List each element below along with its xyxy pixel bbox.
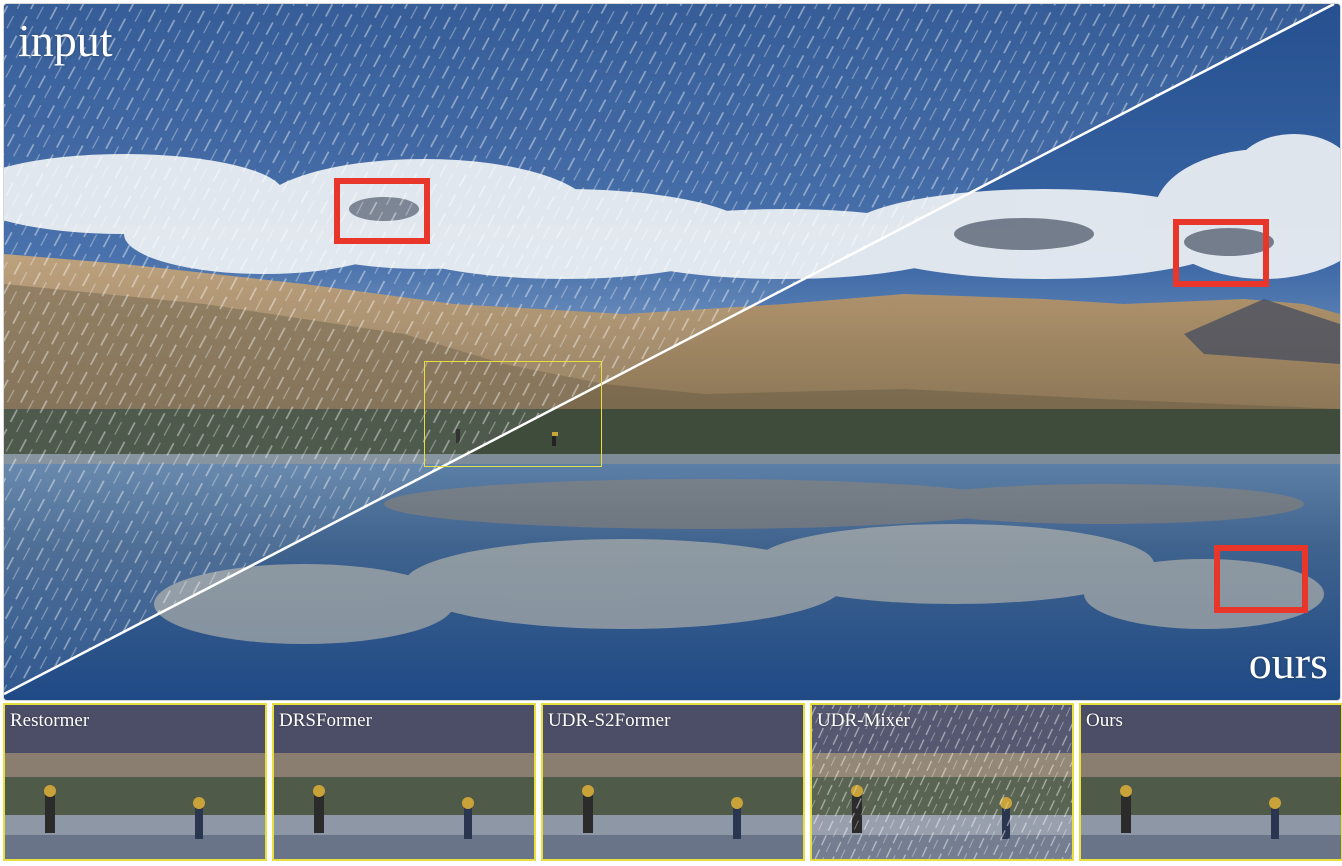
scene-image	[4, 4, 1340, 700]
thumbnail-ours: Ours	[1079, 703, 1342, 861]
highlight-box	[1214, 545, 1308, 613]
input-label: input	[18, 15, 113, 66]
thumbnail-drsformer: DRSFormer	[272, 703, 536, 861]
thumbnail-label: UDR-Mixer	[817, 710, 910, 731]
thumbnail-restormer: Restormer	[3, 703, 267, 861]
thumbnail-udr-mixer: UDR-Mixer	[810, 703, 1074, 861]
zoom-region-box	[424, 361, 602, 467]
thumbnail-udr-s2former: UDR-S2Former	[541, 703, 805, 861]
thumbnail-label: UDR-S2Former	[548, 710, 671, 731]
highlight-box	[1173, 219, 1269, 287]
thumbnail-label: Ours	[1086, 710, 1123, 731]
comparison-panel: input ours	[3, 3, 1341, 701]
thumbnail-label: Restormer	[10, 710, 90, 731]
highlight-box	[334, 178, 430, 244]
thumbnail-strip: Restormer DRSFormer UDR-S2Former UDR-Mix…	[3, 703, 1342, 863]
ours-label: ours	[1248, 637, 1328, 688]
thumbnail-label: DRSFormer	[279, 710, 372, 731]
